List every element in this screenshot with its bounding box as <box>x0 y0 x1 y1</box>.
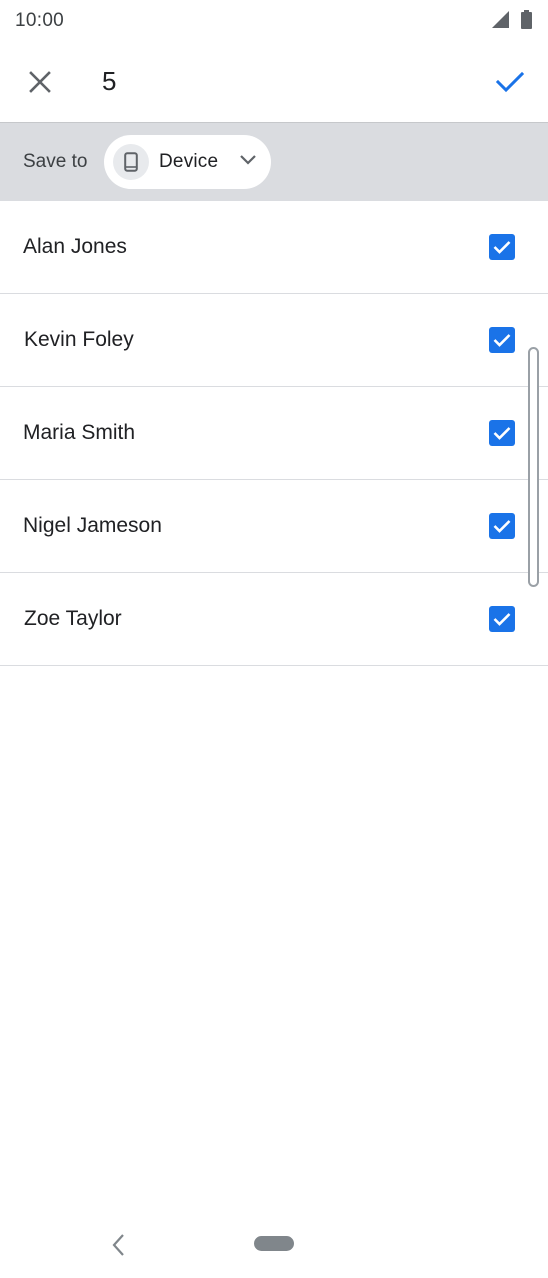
contact-name: Kevin Foley <box>24 328 134 351</box>
contact-list: Alan Jones Kevin Foley Maria Smith Nigel… <box>0 201 548 666</box>
contact-row[interactable]: Maria Smith <box>0 387 548 480</box>
contact-row[interactable]: Alan Jones <box>0 201 548 294</box>
signal-icon <box>492 11 509 28</box>
contact-checkbox[interactable] <box>489 234 515 260</box>
checkmark-icon <box>493 613 511 626</box>
status-icons <box>492 10 532 30</box>
contact-checkbox[interactable] <box>489 513 515 539</box>
checkmark-icon <box>493 427 511 440</box>
confirm-button[interactable] <box>488 60 532 104</box>
contact-row[interactable]: Nigel Jameson <box>0 480 548 573</box>
contact-checkbox[interactable] <box>489 327 515 353</box>
close-icon <box>29 71 51 93</box>
chip-icon-container <box>113 144 149 180</box>
checkmark-icon <box>493 334 511 347</box>
contact-name: Nigel Jameson <box>23 514 162 537</box>
save-to-bar: Save to Device <box>0 122 548 201</box>
contact-name: Maria Smith <box>23 421 136 444</box>
contact-row[interactable]: Zoe Taylor <box>0 573 548 666</box>
save-location-chip[interactable]: Device <box>104 135 271 189</box>
checkmark-icon <box>493 520 511 533</box>
back-icon[interactable] <box>110 1232 128 1258</box>
scrollbar[interactable] <box>528 347 539 587</box>
status-time: 10:00 <box>15 10 65 31</box>
chevron-down-icon <box>240 155 256 165</box>
contact-row[interactable]: Kevin Foley <box>0 294 548 387</box>
phone-icon <box>124 152 138 172</box>
check-icon <box>496 71 524 93</box>
contact-checkbox[interactable] <box>489 606 515 632</box>
home-pill-icon[interactable] <box>254 1236 294 1251</box>
app-bar: 5 <box>0 42 548 122</box>
status-bar: 10:00 <box>0 0 548 42</box>
contact-name: Alan Jones <box>23 235 127 258</box>
battery-icon <box>521 10 532 29</box>
selected-count: 5 <box>102 66 117 96</box>
contact-checkbox[interactable] <box>489 420 515 446</box>
checkmark-icon <box>493 241 511 254</box>
navigation-bar <box>0 1218 548 1278</box>
chip-label: Device <box>159 151 219 172</box>
contact-name: Zoe Taylor <box>24 607 122 630</box>
save-to-label: Save to <box>23 151 88 172</box>
close-button[interactable] <box>20 62 60 102</box>
